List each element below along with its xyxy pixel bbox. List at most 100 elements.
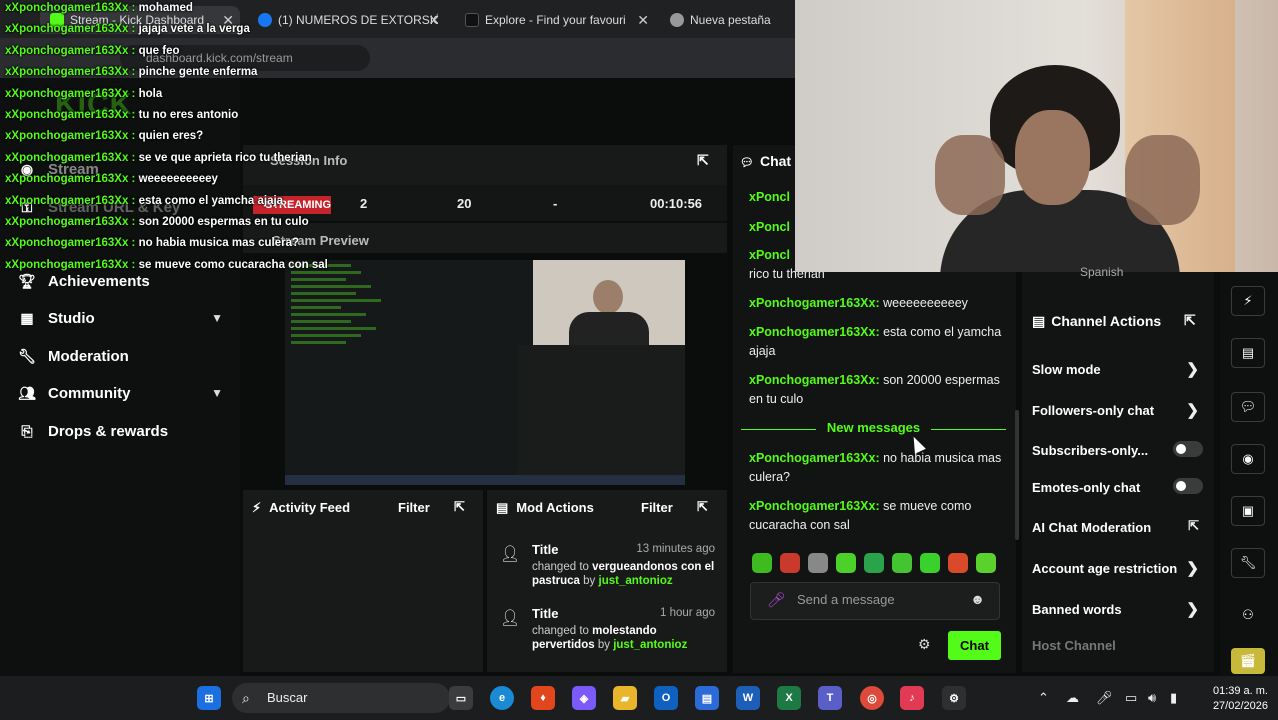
channel-actions-title: ▤ Channel Actions	[1032, 313, 1161, 330]
sidebar-item-community[interactable]: 👥︎ Community ▼	[18, 384, 223, 402]
chat-username[interactable]: xPoncl	[749, 248, 790, 262]
popout-icon[interactable]: ⇱	[697, 152, 709, 169]
chrome-icon[interactable]: ◎	[860, 686, 884, 710]
chat-bubble-icon[interactable]: 💬︎	[1231, 392, 1265, 422]
sidebar-item-studio[interactable]: ▦ Studio ▼	[18, 309, 223, 327]
mod-action-entry: 👤︎ Title 13 minutes ago changed to vergu…	[500, 542, 715, 592]
windows-start-icon[interactable]: ⊞	[197, 686, 221, 710]
close-icon[interactable]: ✕	[637, 12, 649, 29]
entry-by: by	[597, 639, 610, 651]
tab-new[interactable]: Nueva pestaña	[660, 6, 790, 34]
emotes-only-row: Emotes-only chat	[1032, 478, 1207, 495]
chat-username[interactable]: xPonchogamer163Xx:	[749, 451, 880, 465]
emote-icon[interactable]	[976, 553, 996, 573]
emote-icon[interactable]	[920, 553, 940, 573]
recording-icon[interactable]: ⚙	[942, 686, 966, 710]
popout-icon[interactable]: ⇱	[697, 499, 708, 515]
sidebar-item-moderation[interactable]: 🔧︎ Moderation	[18, 347, 223, 365]
entry-title: Title	[532, 606, 559, 621]
emote-icon[interactable]	[752, 553, 772, 573]
emote-icon[interactable]	[836, 553, 856, 573]
word-icon[interactable]: W	[736, 686, 760, 710]
emote-icon[interactable]	[892, 553, 912, 573]
account-age-row[interactable]: Account age restriction ❯	[1032, 560, 1207, 577]
emoji-icon[interactable]: ☻	[970, 591, 985, 607]
chat-message-input[interactable]	[797, 592, 967, 607]
folder-icon[interactable]: ▰	[613, 686, 637, 710]
teams-icon[interactable]: T	[818, 686, 842, 710]
brave-icon[interactable]: ♦	[531, 686, 555, 710]
people-icon[interactable]: ⚇	[1231, 600, 1265, 630]
subscribers-only-toggle[interactable]	[1173, 441, 1203, 457]
popout-icon[interactable]: ⇱	[454, 499, 465, 515]
action-label: Emotes-only chat	[1032, 480, 1141, 495]
chat-send-button[interactable]: Chat	[948, 631, 1001, 660]
popout-icon[interactable]: ⇱	[1184, 312, 1196, 329]
edge-icon[interactable]: e	[490, 686, 514, 710]
tab-facebook[interactable]: (1) NUMEROS DE EXTORSIÓN ✕	[248, 6, 446, 34]
music-icon[interactable]: ♪	[900, 686, 924, 710]
entry-changed: changed to	[532, 625, 589, 637]
chat-title-label: Chat	[759, 153, 792, 169]
emotes-only-toggle[interactable]	[1173, 478, 1203, 494]
wrench-icon[interactable]: 🔧︎	[1231, 548, 1265, 578]
display-icon[interactable]: ▭	[1125, 690, 1137, 706]
overlay-username: xXponchogamer163Xx :	[5, 130, 136, 143]
chat-scrollbar[interactable]	[1015, 410, 1019, 540]
battery-icon[interactable]: ▮	[1170, 690, 1177, 706]
chevron-up-icon[interactable]: ⌃	[1038, 690, 1049, 706]
wrench-icon: 🔧︎	[18, 347, 36, 364]
volume-icon[interactable]: 🔊︎	[1148, 690, 1156, 706]
chat-username[interactable]: xPonchogamer163Xx:	[749, 373, 880, 387]
microphone-icon[interactable]: 🎤︎	[1096, 690, 1113, 706]
new-messages-divider[interactable]: New messages	[741, 420, 1006, 438]
copilot-icon[interactable]: ◈	[572, 686, 596, 710]
chat-input-box[interactable]: 🎤︎ ☻	[750, 582, 1000, 620]
chat-username[interactable]: xPoncl	[749, 220, 790, 234]
entry-user[interactable]: just_antonioz	[613, 639, 687, 651]
tab-tiktok[interactable]: Explore - Find your favourite ✕	[455, 6, 655, 34]
screen: Stream - Kick Dashboard ✕ (1) NUMEROS DE…	[0, 0, 1278, 720]
store-icon[interactable]: ▤	[695, 686, 719, 710]
ai-moderation-row[interactable]: AI Chat Moderation ⇱	[1032, 518, 1207, 535]
task-view-icon[interactable]: ▭	[449, 686, 473, 710]
slow-mode-row[interactable]: Slow mode ❯	[1032, 361, 1207, 378]
gear-icon[interactable]: ⚙	[918, 636, 931, 653]
taskbar-search[interactable]: ⌕ Buscar	[232, 683, 450, 713]
layout-icon[interactable]: ▣	[1231, 496, 1265, 526]
chat-username[interactable]: xPonchogamer163Xx:	[749, 296, 880, 310]
clapper-icon[interactable]: 🎬︎	[1231, 648, 1265, 674]
chat-username[interactable]: xPoncl	[749, 190, 790, 204]
preview-dashboard	[517, 345, 685, 485]
emote-icon[interactable]	[808, 553, 828, 573]
cloud-icon[interactable]: ☁	[1066, 690, 1079, 706]
chat-username[interactable]: xPonchogamer163Xx:	[749, 325, 880, 339]
system-clock[interactable]: 01:39 a. m. 27/02/2026	[1198, 684, 1268, 714]
broadcast-icon[interactable]: ◉	[1231, 444, 1265, 474]
emote-icon[interactable]	[780, 553, 800, 573]
overlay-username: xXponchogamer163Xx :	[5, 44, 136, 57]
emote-icon[interactable]	[864, 553, 884, 573]
close-icon[interactable]: ✕	[428, 12, 440, 29]
banned-words-row[interactable]: Banned words ❯	[1032, 601, 1207, 618]
outlook-icon[interactable]: O	[654, 686, 678, 710]
action-label: Account age restriction	[1032, 561, 1178, 576]
mod-filter-button[interactable]: Filter	[641, 500, 673, 515]
microphone-icon[interactable]: 🎤︎	[767, 591, 786, 609]
overlay-username: xXponchogamer163Xx :	[5, 151, 136, 164]
tiktok-favicon-icon	[465, 13, 479, 27]
sidebar-item-achievements[interactable]: 🏆︎ Achievements	[18, 272, 223, 290]
document-icon[interactable]: ▤	[1231, 338, 1265, 368]
sidebar-item-drops[interactable]: ⎘ Drops & rewards	[18, 422, 223, 440]
activity-filter-button[interactable]: Filter	[398, 500, 430, 515]
chat-username[interactable]: xPonchogamer163Xx:	[749, 499, 880, 513]
overlay-chat-line: xXponchogamer163Xx : que feo	[5, 45, 179, 57]
entry-user[interactable]: just_antonioz	[599, 575, 673, 587]
emote-icon[interactable]	[948, 553, 968, 573]
action-label: Subscribers-only...	[1032, 443, 1149, 458]
overlay-username: xXponchogamer163Xx :	[5, 237, 136, 250]
document-icon: ▤	[496, 500, 509, 515]
bolt-icon[interactable]: ⚡︎	[1231, 286, 1265, 316]
excel-icon[interactable]: X	[777, 686, 801, 710]
followers-only-row[interactable]: Followers-only chat ❯	[1032, 402, 1207, 419]
